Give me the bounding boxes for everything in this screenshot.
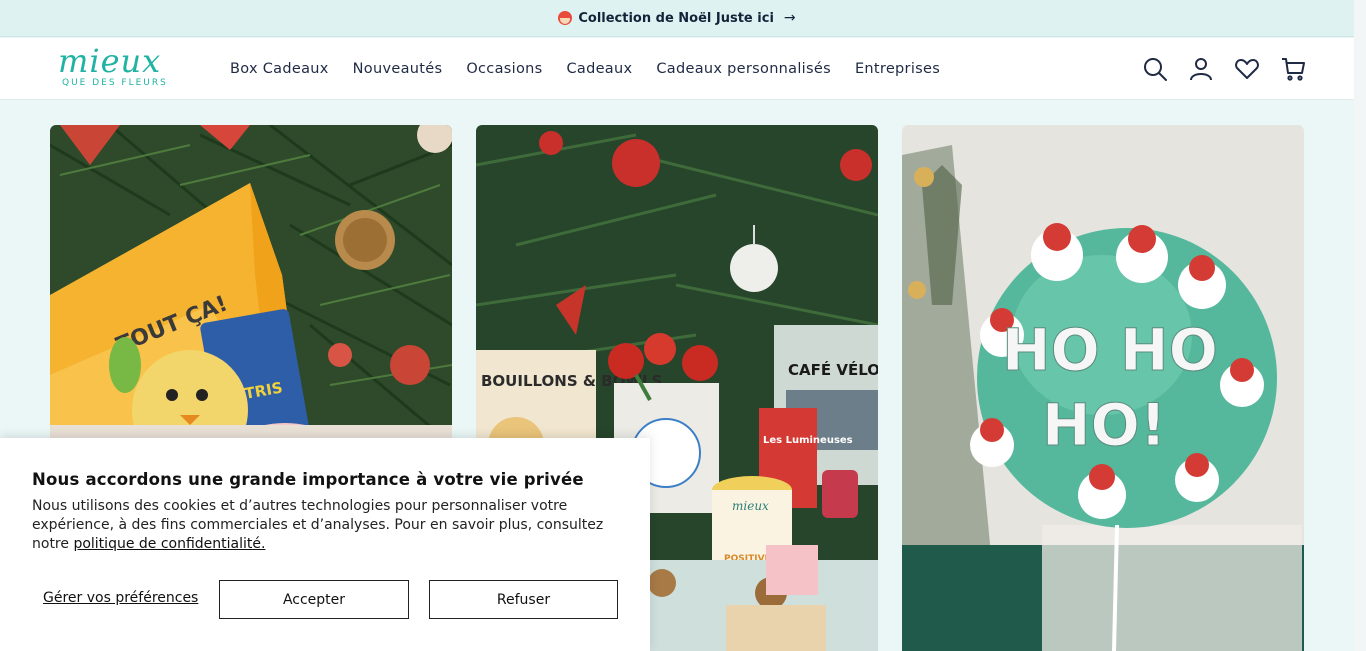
nav-box-cadeaux[interactable]: Box Cadeaux xyxy=(230,61,329,77)
nav-cadeaux-personnalises[interactable]: Cadeaux personnalisés xyxy=(656,61,831,77)
nav-cadeaux[interactable]: Cadeaux xyxy=(566,61,632,77)
site-logo[interactable]: mieux QUE DES FLEURS xyxy=(56,42,186,92)
cookie-title: Nous accordons une grande importance à v… xyxy=(32,470,584,489)
promo-banner[interactable]: Collection de Noël Juste ici → xyxy=(0,0,1354,37)
cookie-actions: Gérer vos préférences Accepter Refuser xyxy=(32,580,618,619)
site-header: mieux QUE DES FLEURS Box Cadeaux Nouveau… xyxy=(0,38,1354,100)
accept-cookies-button[interactable]: Accepter xyxy=(219,580,409,619)
header-actions xyxy=(1142,38,1306,100)
privacy-policy-link[interactable]: politique de confidentialité. xyxy=(73,536,265,552)
cart-icon[interactable] xyxy=(1280,56,1306,82)
product-image-balloon: HO HO HO! xyxy=(902,125,1304,651)
nav-entreprises[interactable]: Entreprises xyxy=(855,61,940,77)
nav-occasions[interactable]: Occasions xyxy=(466,61,542,77)
balloon-text-line2: HO! xyxy=(1042,391,1166,459)
nav-nouveautes[interactable]: Nouveautés xyxy=(353,61,443,77)
wishlist-heart-icon[interactable] xyxy=(1234,56,1260,82)
cookie-consent-banner: Nous accordons une grande importance à v… xyxy=(0,438,650,651)
santa-emoji-icon xyxy=(558,11,573,25)
search-icon[interactable] xyxy=(1142,56,1168,82)
manage-preferences-link[interactable]: Gérer vos préférences xyxy=(43,590,198,606)
cookie-body: Nous utilisons des cookies et d’autres t… xyxy=(32,497,618,554)
logo-wordmark: mieux xyxy=(58,42,162,80)
balloon-text-line1: HO HO xyxy=(1002,316,1218,384)
promo-text: Collection de Noël Juste ici xyxy=(578,10,774,26)
refuse-cookies-button[interactable]: Refuser xyxy=(429,580,618,619)
logo-tagline: QUE DES FLEURS xyxy=(62,78,168,88)
product-card-ballon-hohoho[interactable]: HO HO HO! xyxy=(902,125,1304,651)
arrow-right-icon: → xyxy=(783,10,796,26)
main-nav: Box Cadeaux Nouveautés Occasions Cadeaux… xyxy=(230,38,940,100)
book-title-cafe-velo: CAFÉ VÉLO xyxy=(788,360,878,379)
mug-logo: mieux xyxy=(732,499,769,513)
scrollbar-track[interactable] xyxy=(1354,0,1366,651)
account-icon[interactable] xyxy=(1188,56,1214,82)
box-lettering-lumineuses: Les Lumineuses xyxy=(763,435,853,446)
